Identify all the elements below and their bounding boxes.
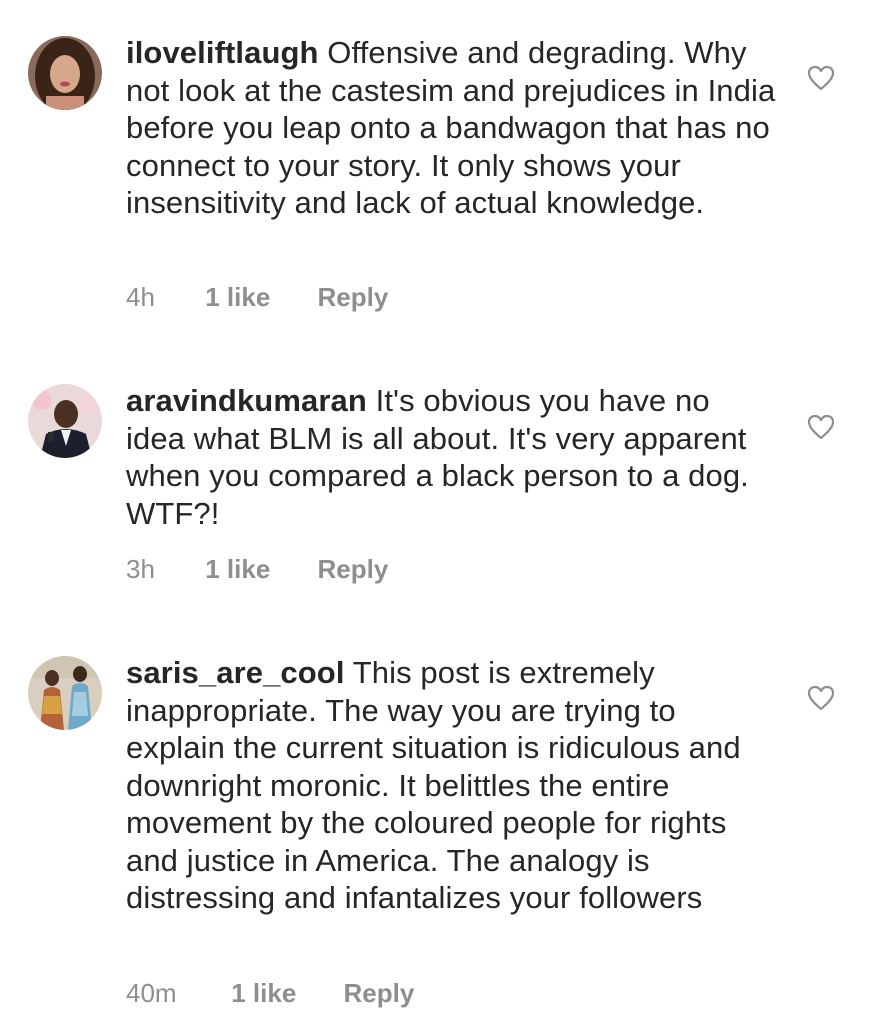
reply-button[interactable]: Reply <box>344 978 415 1009</box>
comment-text: This post is extremely inappropriate. Th… <box>126 655 741 915</box>
comment-body: aravindkumaran It's obvious you have no … <box>126 382 776 532</box>
comment-meta: 4h 1 like Reply <box>126 282 388 313</box>
comment-meta: 40m 1 like Reply <box>126 978 414 1009</box>
comment-timestamp: 4h <box>126 282 155 312</box>
heart-outline-icon[interactable] <box>806 684 836 712</box>
comment-likes-link[interactable]: 1 like <box>205 282 270 313</box>
reply-button[interactable]: Reply <box>318 282 389 313</box>
avatar[interactable] <box>28 36 102 110</box>
reply-button[interactable]: Reply <box>318 554 389 585</box>
avatar[interactable] <box>28 656 102 730</box>
comment-likes-link[interactable]: 1 like <box>231 978 296 1009</box>
avatar[interactable] <box>28 384 102 458</box>
comment-username[interactable]: saris_are_cool <box>126 655 345 690</box>
comment-body: iloveliftlaugh Offensive and degrading. … <box>126 34 776 222</box>
comment-username[interactable]: aravindkumaran <box>126 383 367 418</box>
comment-timestamp: 3h <box>126 554 155 584</box>
comment-username[interactable]: iloveliftlaugh <box>126 35 319 70</box>
heart-outline-icon[interactable] <box>806 64 836 92</box>
comment-likes-link[interactable]: 1 like <box>205 554 270 585</box>
comment-timestamp: 40m <box>126 978 177 1008</box>
comment-body: saris_are_cool This post is extremely in… <box>126 654 776 917</box>
heart-outline-icon[interactable] <box>806 413 836 441</box>
comment-meta: 3h 1 like Reply <box>126 554 388 585</box>
